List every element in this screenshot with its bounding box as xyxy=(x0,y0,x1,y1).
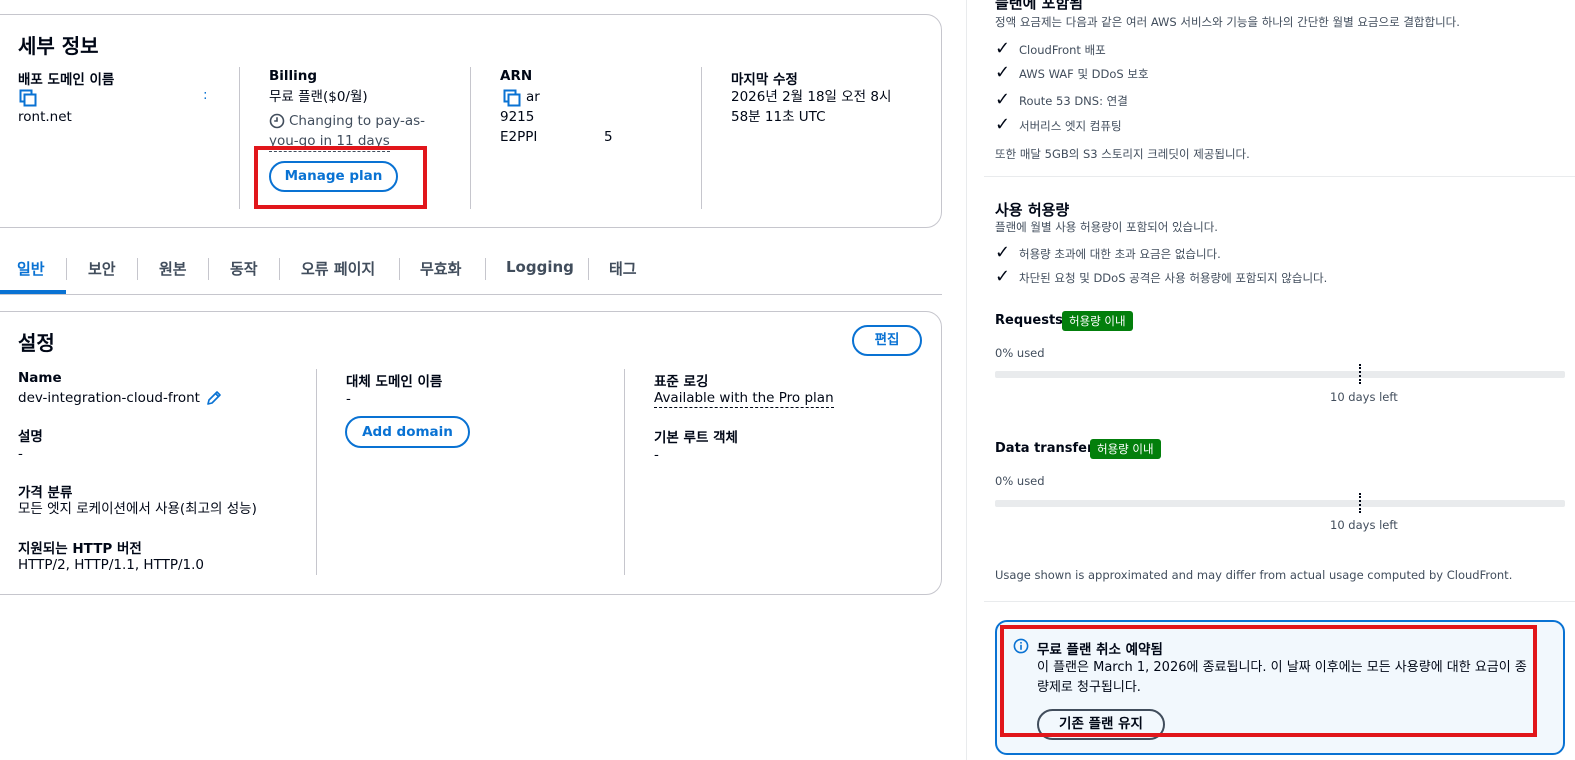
http-label: 지원되는 HTTP 버전 xyxy=(18,541,142,557)
usage-subtitle: 플랜에 월별 사용 허용량이 포함되어 있습니다. xyxy=(995,220,1218,234)
price-value: 모든 엣지 로케이션에서 사용(최고의 성능) xyxy=(18,501,257,517)
checkmark-icon: ✓ xyxy=(995,114,1011,135)
edit-button[interactable]: 편집 xyxy=(852,325,922,356)
arn-line2: 9215 xyxy=(500,109,535,125)
plan-subtitle: 정액 요금제는 다음과 같은 여러 AWS 서비스와 기능을 하나의 간단한 월… xyxy=(995,15,1460,29)
requests-progress-bar xyxy=(995,371,1565,378)
checkmark-icon: ✓ xyxy=(995,62,1011,83)
arn-line3: E2PPI xyxy=(500,129,538,145)
name-label: Name xyxy=(18,370,62,386)
settings-card: 설정 편집 Name dev-integration-cloud-front 설… xyxy=(0,311,942,595)
main-content: 세부 정보 배포 도메인 이름 : ront.net Billing 무료 플랜… xyxy=(0,0,977,760)
copy-icon[interactable] xyxy=(19,89,37,107)
transfer-days-left: 10 days left xyxy=(1330,518,1398,532)
domain-value: ront.net xyxy=(18,109,72,125)
logging-value[interactable]: Available with the Pro plan xyxy=(654,389,834,408)
logging-label: 표준 로깅 xyxy=(654,374,709,390)
domain-label: 배포 도메인 이름 xyxy=(18,72,115,88)
highlight-alert xyxy=(1000,625,1537,737)
time-marker xyxy=(1359,364,1361,384)
domain-trail: : xyxy=(203,87,208,103)
arn-line1: ar xyxy=(526,89,540,105)
billing-label: Billing xyxy=(269,68,318,84)
desc-label: 설명 xyxy=(18,429,43,445)
root-object-label: 기본 루트 객체 xyxy=(654,430,738,446)
billing-value: 무료 플랜($0/월) xyxy=(269,89,368,105)
modified-line2: 58분 11초 UTC xyxy=(731,109,826,125)
tab-behaviors[interactable]: 동작 xyxy=(230,258,258,279)
copy-icon[interactable] xyxy=(503,89,521,107)
s3-credit-note: 또한 매달 5GB의 S3 스토리지 크레딧이 제공됩니다. xyxy=(995,147,1250,161)
tab-invalidations[interactable]: 무효화 xyxy=(420,258,461,279)
details-title: 세부 정보 xyxy=(18,34,99,58)
details-card: 세부 정보 배포 도메인 이름 : ront.net Billing 무료 플랜… xyxy=(0,14,942,228)
billing-note-1: Changing to pay-as- xyxy=(289,113,426,129)
modified-line1: 2026년 2월 18일 오전 8시 xyxy=(731,89,892,105)
arn-label: ARN xyxy=(500,68,533,84)
arn-trail: 5 xyxy=(604,129,613,145)
highlight-manage-plan xyxy=(254,146,427,209)
checkmark-icon: ✓ xyxy=(995,242,1011,263)
desc-value: - xyxy=(18,446,23,462)
checkmark-icon: ✓ xyxy=(995,266,1011,287)
tab-logging[interactable]: Logging xyxy=(506,258,574,276)
root-object-value: - xyxy=(654,447,659,463)
tab-security[interactable]: 보안 xyxy=(88,258,116,279)
active-tab-indicator xyxy=(0,290,66,294)
price-label: 가격 분류 xyxy=(18,485,73,501)
requests-used: 0% used xyxy=(995,346,1045,360)
transfer-label: Data transfer xyxy=(995,441,1094,456)
requests-days-left: 10 days left xyxy=(1330,390,1398,404)
name-value: dev-integration-cloud-front xyxy=(18,390,200,406)
settings-title: 설정 xyxy=(18,331,55,355)
tab-tags[interactable]: 태그 xyxy=(609,258,637,279)
http-value: HTTP/2, HTTP/1.1, HTTP/1.0 xyxy=(18,557,204,573)
requests-label: Requests xyxy=(995,313,1063,328)
tab-bar: 일반 보안 원본 동작 오류 페이지 무효화 Logging 태그 xyxy=(0,248,942,295)
tab-general[interactable]: 일반 xyxy=(17,258,45,279)
modified-label: 마지막 수정 xyxy=(731,72,798,88)
clock-icon xyxy=(269,113,285,129)
checkmark-icon: ✓ xyxy=(995,89,1011,110)
usage-title: 사용 허용량 xyxy=(995,201,1070,219)
tab-error-pages[interactable]: 오류 페이지 xyxy=(301,258,375,279)
transfer-used: 0% used xyxy=(995,474,1045,488)
plan-included-title: 플랜에 포함됨 xyxy=(995,0,1084,12)
usage-footnote: Usage shown is approximated and may diff… xyxy=(995,568,1513,582)
alt-domain-value: - xyxy=(346,391,351,407)
pencil-icon[interactable] xyxy=(206,390,222,406)
checkmark-icon: ✓ xyxy=(995,38,1011,59)
time-marker xyxy=(1359,493,1361,513)
requests-status-badge: 허용량 이내 xyxy=(1062,311,1133,331)
transfer-progress-bar xyxy=(995,500,1565,507)
tab-origins[interactable]: 원본 xyxy=(159,258,187,279)
alt-domain-label: 대체 도메인 이름 xyxy=(346,374,443,390)
transfer-status-badge: 허용량 이내 xyxy=(1090,439,1161,459)
add-domain-button[interactable]: Add domain xyxy=(345,416,470,448)
